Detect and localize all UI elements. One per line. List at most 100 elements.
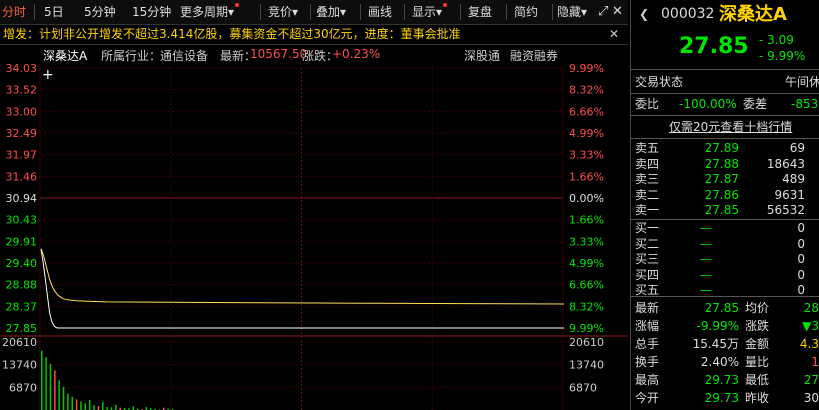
ask-volume: 9631 (774, 187, 805, 202)
auction-dropdown[interactable]: 竞价▾ (268, 3, 298, 21)
stat-value: 2.40% (700, 355, 739, 369)
pct-tick-label: 8.32% (569, 84, 604, 97)
volume-bar (97, 406, 100, 410)
tab-5min[interactable]: 5分钟 (84, 3, 116, 21)
bid-ratio-label: 委比 (635, 97, 660, 111)
display-label: 显示 (412, 5, 437, 19)
volume-bar (54, 370, 56, 410)
stat-value: -9.99% (696, 319, 739, 333)
pct-tick-label: 3.33% (569, 235, 604, 248)
replay-button[interactable]: 复盘 (468, 3, 492, 21)
price-tick-label: 30.43 (6, 214, 38, 227)
price-tick-label: 28.37 (6, 300, 38, 313)
chart-grid (0, 67, 628, 410)
close-icon[interactable]: ✕ (609, 25, 619, 44)
stat-value: 27 (803, 373, 819, 387)
current-price: 27.85 (679, 34, 749, 59)
volume-bars (41, 350, 174, 410)
overlay-label: 叠加 (316, 5, 341, 19)
pct-tick-label: 4.99% (569, 127, 604, 140)
simple-button[interactable]: 简约 (514, 3, 538, 21)
announcement-bar[interactable]: 增发：计划非公开增发不超过3.414亿股，募集资金不超过30亿元，进度：董事会批… (0, 25, 628, 45)
pct-tick-label: 6.66% (569, 279, 604, 292)
stat-label: 金额 (745, 337, 770, 351)
more-periods-dropdown[interactable]: 更多周期▾ (180, 3, 240, 21)
stat-value: 29.73 (704, 373, 739, 387)
volume-tick-label: 13740 (569, 359, 604, 372)
volume-bar (80, 401, 82, 410)
hide-label: 隐藏 (557, 5, 582, 19)
ask-level-label: 卖五 (635, 141, 660, 155)
ask-level-label: 卖四 (635, 156, 660, 171)
price-tick-label: 30.94 (6, 192, 38, 205)
bid-price: — (700, 267, 712, 282)
bid-volume: 0 (797, 252, 805, 266)
price-change-pct: - 9.99% (759, 49, 806, 63)
pct-tick-label: 8.32% (569, 300, 604, 313)
tab-5day[interactable]: 5日 (44, 3, 64, 21)
price-tick-label: 27.85 (6, 322, 38, 335)
pct-tick-label: 1.66% (569, 170, 604, 183)
stat-value: 30 (803, 391, 819, 405)
stat-label: 量比 (745, 355, 770, 369)
notify-dot-icon (235, 3, 240, 7)
overlay-dropdown[interactable]: 叠加▾ (316, 3, 346, 21)
divider (404, 4, 405, 20)
bid-level-label: 买一 (635, 221, 660, 235)
bid-volume: 0 (797, 236, 805, 251)
stat-value: ▼3 (802, 319, 819, 333)
ask-price: 27.89 (704, 141, 739, 155)
bid-price: — (700, 221, 712, 235)
chevron-down-icon: ▾ (581, 5, 588, 19)
volume-bar (115, 404, 117, 410)
tab-intraday[interactable]: 分时 (2, 3, 26, 21)
index-latest: 10567.50 (250, 47, 308, 61)
divider (360, 4, 361, 20)
close-icon[interactable]: ✕ (612, 3, 623, 21)
volume-tick-label: 13740 (2, 359, 37, 372)
tab-15min[interactable]: 15分钟 (132, 3, 171, 21)
stat-label: 总手 (635, 337, 660, 351)
hide-dropdown[interactable]: 隐藏▾ (557, 3, 587, 21)
bid-level-label: 买三 (635, 252, 660, 266)
chevron-down-icon: ▾ (228, 5, 235, 19)
pct-tick-label: 3.33% (569, 149, 604, 162)
volume-tick-label: 6870 (9, 381, 37, 394)
trade-status: 午间休 (785, 75, 819, 89)
volume-bar (102, 401, 104, 410)
stat-label: 昨收 (745, 391, 770, 405)
price-tick-label: 29.40 (6, 257, 38, 270)
divider (631, 138, 819, 139)
ask-price: 27.86 (704, 187, 739, 202)
intraday-chart[interactable]: 34.03 9.99% 33.52 8.32% 33.00 6.66% 32.49 4.99%… (0, 60, 628, 410)
price-axis-labels: 34.03 9.99% 33.52 8.32% 33.00 6.66% 32.49 4.99%… (2, 62, 604, 394)
divider (310, 4, 311, 20)
quote-panel: ❮ 000032 深桑达A 27.85 - 3.09 - 9.99% 交易状态 … (630, 0, 819, 410)
stat-label: 今开 (635, 391, 660, 405)
stat-value: 28 (803, 301, 819, 315)
bid-level-label: 买二 (635, 236, 660, 251)
auction-label: 竞价 (268, 5, 293, 19)
ask-level-label: 卖二 (635, 187, 660, 202)
display-dropdown[interactable]: 显示▾ (412, 3, 448, 21)
volume-bar (58, 380, 60, 410)
volume-bar (45, 357, 47, 410)
trade-status-label: 交易状态 (635, 75, 684, 89)
price-line (40, 248, 564, 329)
volume-bar (71, 396, 74, 410)
pct-tick-label: 9.99% (569, 322, 604, 335)
draw-line-button[interactable]: 画线 (368, 3, 392, 21)
volume-bar (84, 403, 87, 410)
volume-bar (62, 386, 65, 410)
stat-value: 29.73 (704, 391, 739, 405)
fullscreen-icon[interactable]: ⤢ (598, 3, 608, 21)
chevron-down-icon: ▾ (340, 5, 347, 19)
chevron-down-icon: ▾ (436, 5, 443, 19)
bid-diff: -853 (791, 97, 819, 111)
ask-price: 27.87 (704, 172, 739, 186)
level10-quote-link[interactable]: 仅需20元查看十档行情 (669, 119, 792, 135)
arrow-left-icon[interactable]: ❮ (639, 6, 649, 22)
divider (506, 4, 507, 20)
price-tick-label: 31.97 (6, 149, 38, 162)
bid-ratio: -100.00% (679, 97, 737, 111)
